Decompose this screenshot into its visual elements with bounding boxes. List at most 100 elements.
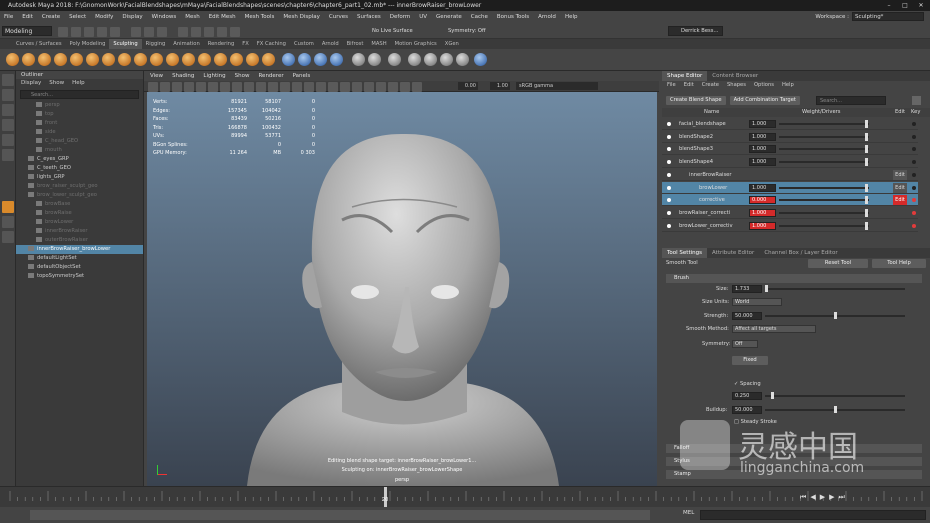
colorspace-dropdown[interactable]: sRGB gamma: [516, 82, 598, 90]
isolate-select-icon[interactable]: [364, 82, 374, 92]
image-plane-icon[interactable]: [184, 82, 194, 92]
blend-shape-row[interactable]: blendShape2 1.000: [662, 131, 918, 143]
outliner-item[interactable]: browBase: [16, 200, 143, 209]
shelf-tab-animation[interactable]: Animation: [169, 39, 203, 49]
weight-field[interactable]: 0.000: [749, 196, 776, 205]
menu-deform[interactable]: Deform: [390, 14, 410, 20]
shelf-tab-mash[interactable]: MASH: [367, 39, 390, 49]
weight-slider[interactable]: [865, 221, 868, 230]
size-units-dropdown[interactable]: World: [732, 298, 782, 306]
outliner-item[interactable]: C_teeth_GEO: [16, 164, 143, 173]
weight-field[interactable]: 1.000: [749, 120, 776, 128]
scrape-brush-icon[interactable]: [182, 53, 195, 66]
menu-curves[interactable]: Curves: [329, 14, 348, 20]
visibility-toggle[interactable]: [667, 147, 671, 152]
outliner-item[interactable]: side: [16, 128, 143, 137]
visibility-toggle[interactable]: [667, 185, 671, 190]
blend-icon[interactable]: [440, 53, 453, 66]
weight-slider[interactable]: [865, 145, 868, 154]
menu-modify[interactable]: Modify: [95, 14, 113, 20]
film-gate-icon[interactable]: [208, 82, 218, 92]
shelf-tab-fx[interactable]: FX: [238, 39, 253, 49]
knife-brush-icon[interactable]: [214, 53, 227, 66]
shelf-tab-custom[interactable]: Custom: [290, 39, 318, 49]
foamy-brush-icon[interactable]: [102, 53, 115, 66]
blend-shape-row[interactable]: blendShape4 1.000: [662, 156, 918, 169]
visibility-toggle[interactable]: [667, 134, 671, 139]
workspace-dropdown[interactable]: Sculpting*: [852, 12, 924, 21]
spacing-field[interactable]: 0.250: [732, 392, 762, 400]
outliner-item[interactable]: browRaise: [16, 209, 143, 218]
viewport-menu-show[interactable]: Show: [235, 71, 250, 81]
menu-cache[interactable]: Cache: [471, 14, 488, 20]
visibility-toggle[interactable]: [667, 122, 671, 126]
shelf-tab-poly-modeling[interactable]: Poly Modeling: [66, 39, 110, 49]
select-component-icon[interactable]: [157, 27, 167, 37]
select-hierarchy-icon[interactable]: [131, 27, 141, 37]
symmetry-icon[interactable]: [456, 53, 469, 66]
sculpt-tool-icon[interactable]: [2, 201, 14, 213]
brush-section[interactable]: Brush: [666, 274, 922, 283]
field-chart-icon[interactable]: [244, 82, 254, 92]
edit-button[interactable]: Edit: [893, 182, 907, 193]
lasso-tool-icon[interactable]: [2, 89, 14, 101]
tool-help-button[interactable]: Tool Help: [872, 259, 926, 268]
convert-to-frozen-icon[interactable]: [298, 53, 311, 66]
undo-icon[interactable]: [97, 27, 107, 37]
menu-display[interactable]: Display: [122, 14, 142, 20]
four-view-icon[interactable]: [2, 231, 14, 243]
outliner-item[interactable]: front: [16, 119, 143, 128]
outliner-item[interactable]: C_eyes_GRP: [16, 155, 143, 164]
weight-field[interactable]: 1.000: [749, 221, 776, 230]
key-icon[interactable]: [912, 172, 916, 177]
move-tool-icon[interactable]: [2, 119, 14, 131]
key-icon[interactable]: [912, 185, 916, 190]
command-line-input[interactable]: [700, 510, 926, 520]
camera-attrs-icon[interactable]: [160, 82, 170, 92]
weight-slider[interactable]: [865, 208, 868, 217]
viewport-menu-shading[interactable]: Shading: [172, 71, 194, 81]
shelf-tab-fx-caching[interactable]: FX Caching: [253, 39, 290, 49]
smear-brush-icon[interactable]: [230, 53, 243, 66]
camera-icon[interactable]: [148, 82, 158, 92]
reset-tool-button[interactable]: Reset Tool: [808, 259, 868, 268]
menu-help[interactable]: Help: [565, 14, 578, 20]
key-icon[interactable]: [912, 210, 916, 215]
blend-shape-row[interactable]: browLower 1.000 Edit: [662, 181, 918, 194]
safe-action-icon[interactable]: [256, 82, 266, 92]
minimize-button[interactable]: –: [884, 0, 894, 11]
visibility-toggle[interactable]: [667, 223, 671, 228]
save-scene-icon[interactable]: [84, 27, 94, 37]
scale-tool-icon[interactable]: [2, 149, 14, 161]
imprint-brush-icon[interactable]: [150, 53, 163, 66]
menu-file[interactable]: File: [4, 14, 13, 20]
menu-bonus-tools[interactable]: Bonus Tools: [497, 14, 529, 20]
shape-editor-menu-edit[interactable]: Edit: [684, 81, 694, 90]
viewport-menu-view[interactable]: View: [150, 71, 163, 81]
mode-dropdown[interactable]: Modeling: [2, 26, 52, 36]
shelf-tab-rigging[interactable]: Rigging: [142, 39, 170, 49]
outliner-menu-help[interactable]: Help: [72, 79, 85, 88]
paint-icon[interactable]: [474, 53, 487, 66]
lights-icon[interactable]: [304, 82, 314, 92]
add-combination-target-button[interactable]: Add Combination Target: [729, 96, 800, 105]
symmetry-status[interactable]: Symmetry: Off: [448, 28, 486, 34]
open-scene-icon[interactable]: [71, 27, 81, 37]
shape-editor-menu-help[interactable]: Help: [782, 81, 794, 90]
fill-brush-icon[interactable]: [198, 53, 211, 66]
motion-blur-icon[interactable]: [340, 82, 350, 92]
smooth-brush-icon[interactable]: [22, 53, 35, 66]
select-tool-icon[interactable]: [2, 74, 14, 86]
snap-curve-icon[interactable]: [191, 27, 201, 37]
blend-shape-row[interactable]: browRaiser_correcti 1.000: [662, 207, 918, 219]
menu-mesh-display[interactable]: Mesh Display: [283, 14, 320, 20]
sculpt-brush-icon[interactable]: [6, 53, 19, 66]
add-target-icon[interactable]: [912, 96, 921, 105]
textured-icon[interactable]: [292, 82, 302, 92]
strength-field[interactable]: 50.000: [732, 312, 762, 320]
erase-brush-icon[interactable]: [352, 53, 365, 66]
key-icon[interactable]: [912, 134, 916, 139]
outliner-menu-show[interactable]: Show: [49, 79, 64, 88]
menu-edit[interactable]: Edit: [22, 14, 33, 20]
shape-editor-menu-options[interactable]: Options: [754, 81, 774, 90]
